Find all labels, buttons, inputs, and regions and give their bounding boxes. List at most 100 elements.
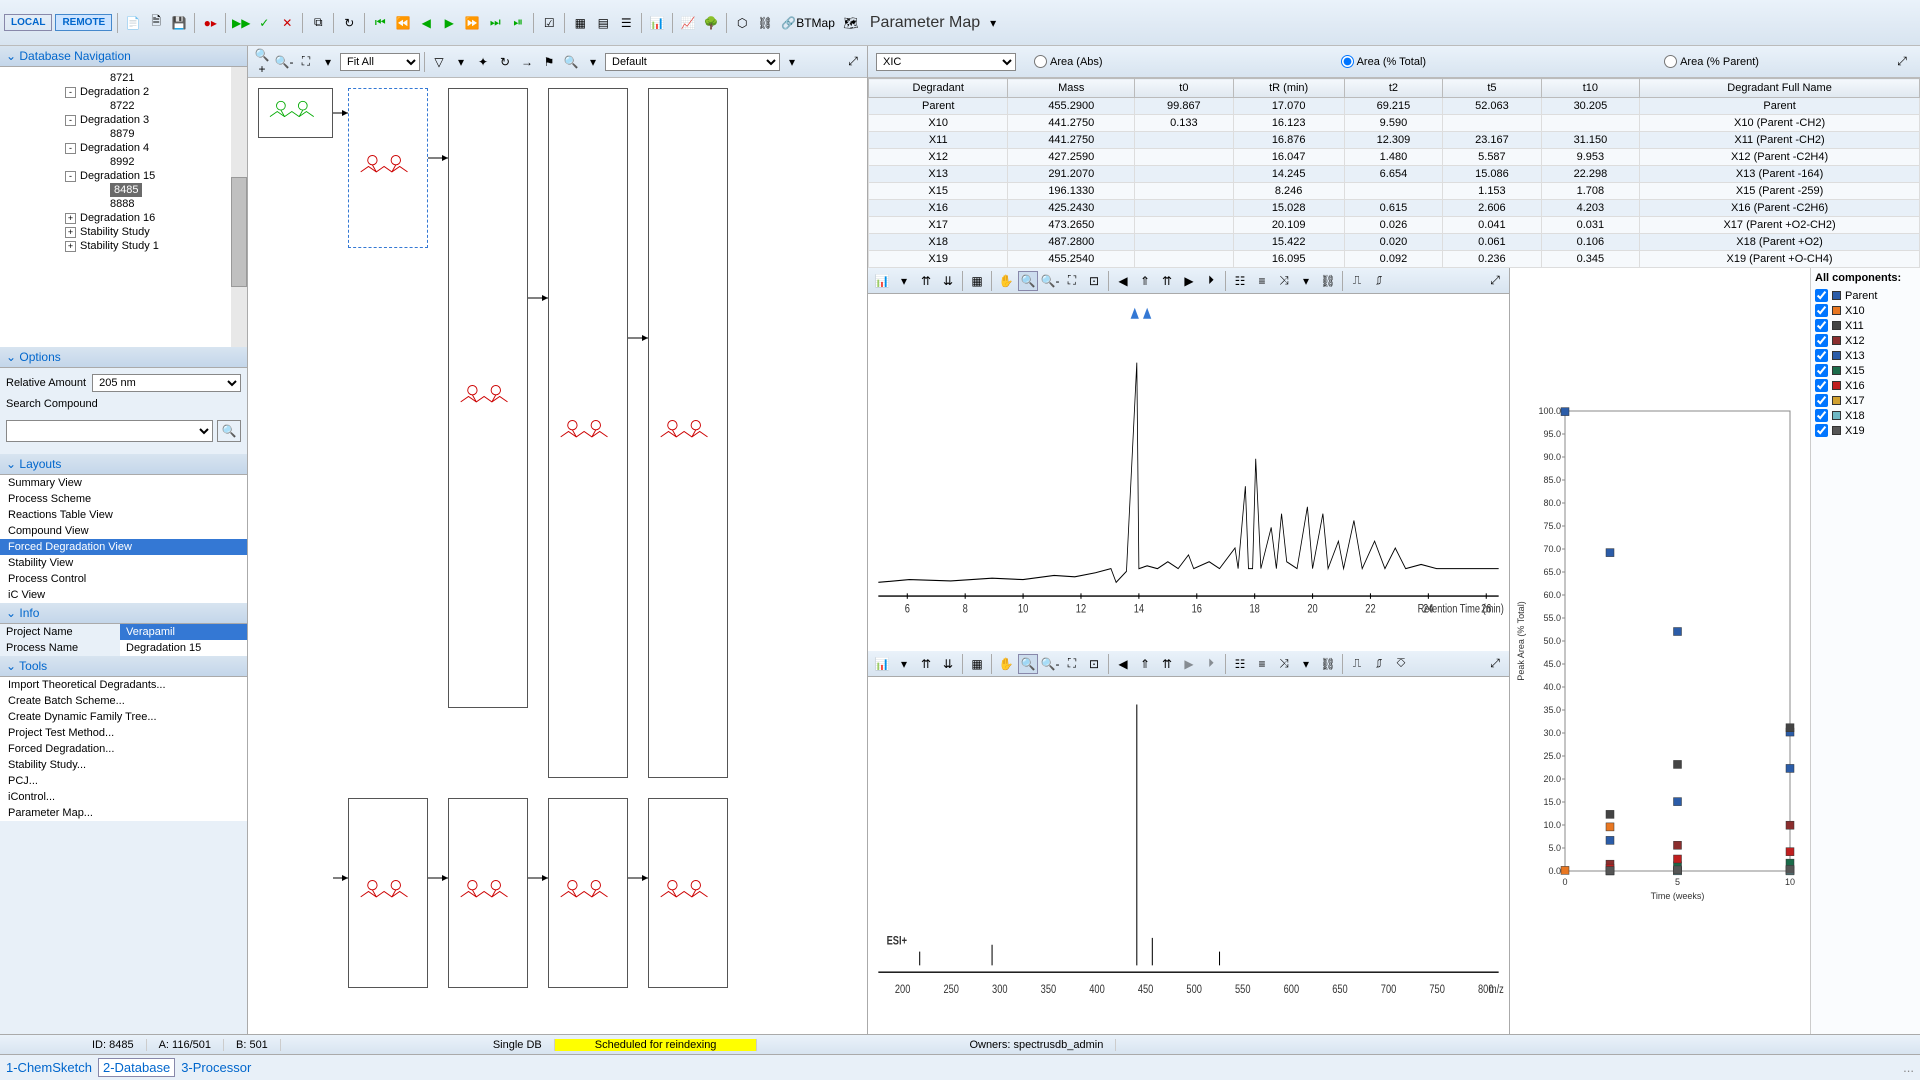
chrom-zoom-icon[interactable]: 🔍 <box>1018 271 1038 291</box>
last-icon[interactable]: ⏭ <box>485 13 505 33</box>
chrom-offset-menu-icon[interactable]: ▾ <box>1296 271 1316 291</box>
chrom-extract2-icon[interactable]: ⎎ <box>1369 271 1389 291</box>
table-header[interactable]: Degradant <box>869 79 1008 98</box>
fit-dropdown[interactable]: Fit All <box>340 53 420 71</box>
btmap-button[interactable]: 🔗BTMap <box>778 13 838 33</box>
scheme-canvas[interactable] <box>248 78 867 1034</box>
spec-offset-menu-icon[interactable]: ▾ <box>1296 654 1316 674</box>
chrom-link-icon[interactable]: ⛓ <box>1318 271 1338 291</box>
legend-item[interactable]: X15 <box>1815 363 1916 378</box>
tree-item[interactable]: 8992 <box>0 155 247 169</box>
tree-item[interactable]: -Degradation 4 <box>0 141 247 155</box>
tool-item[interactable]: Project Test Method... <box>0 725 247 741</box>
fforward-icon[interactable]: ⏩ <box>462 13 482 33</box>
spec-zoomfit-icon[interactable]: ⛶ <box>1062 654 1082 674</box>
table-row[interactable]: X19455.254016.0950.0920.2360.345X19 (Par… <box>869 251 1920 268</box>
expand-icon[interactable]: ⤢ <box>843 52 863 72</box>
table-row[interactable]: X13291.207014.2456.65415.08622.298X13 (P… <box>869 166 1920 183</box>
zoom-out-icon[interactable]: 🔍- <box>274 52 294 72</box>
local-button[interactable]: LOCAL <box>4 14 52 31</box>
table-row[interactable]: X10441.27500.13316.1239.590X10 (Parent -… <box>869 115 1920 132</box>
tool-item[interactable]: Forced Degradation... <box>0 741 247 757</box>
zoom-tool-menu-icon[interactable]: ▾ <box>583 52 603 72</box>
tool-item[interactable]: Import Theoretical Degradants... <box>0 677 247 693</box>
tree-scrollbar[interactable] <box>231 67 247 347</box>
spec-peak2-icon[interactable]: ⇊ <box>938 654 958 674</box>
tree-item[interactable]: -Degradation 2 <box>0 85 247 99</box>
zoom-fit-icon[interactable]: ⛶ <box>296 52 316 72</box>
chrom-tool1-menu-icon[interactable]: ▾ <box>894 271 914 291</box>
table-row[interactable]: X15196.13308.2461.1531.708X15 (Parent -2… <box>869 183 1920 200</box>
chrom-extract-icon[interactable]: ⎍ <box>1347 271 1367 291</box>
remote-button[interactable]: REMOTE <box>55 14 112 31</box>
chrom-markers-icon[interactable]: ⇈ <box>1157 271 1177 291</box>
molecule-box[interactable] <box>548 798 628 988</box>
chrom-stack-icon[interactable]: ≡ <box>1252 271 1272 291</box>
layout-item[interactable]: Compound View <box>0 523 247 539</box>
tree-item[interactable]: +Stability Study <box>0 225 247 239</box>
zoom-in-icon[interactable]: 🔍+ <box>252 52 272 72</box>
spec-extract2-icon[interactable]: ⎎ <box>1369 654 1389 674</box>
rewind-icon[interactable]: ⏪ <box>393 13 413 33</box>
skip-icon[interactable]: ⏯ <box>508 13 528 33</box>
report-icon[interactable]: 📊 <box>647 13 667 33</box>
spec-prev-icon[interactable]: ◀ <box>1113 654 1133 674</box>
chrom-expand-icon[interactable]: ⤢ <box>1485 271 1505 291</box>
tree-item[interactable]: 8485 <box>0 183 247 197</box>
grid-icon[interactable]: ▤ <box>593 13 613 33</box>
trend-chart[interactable]: 0.05.010.015.020.025.030.035.040.045.050… <box>1510 268 1810 1034</box>
database-tree[interactable]: 8721-Degradation 28722-Degradation 38879… <box>0 67 247 347</box>
spec-overlay-icon[interactable]: ☷ <box>1230 654 1250 674</box>
table-header[interactable]: t5 <box>1443 79 1541 98</box>
zoom-tool-icon[interactable]: 🔍 <box>561 52 581 72</box>
layout-item[interactable]: Stability View <box>0 555 247 571</box>
table-header[interactable]: t2 <box>1344 79 1442 98</box>
layouts-header[interactable]: Layouts <box>0 454 247 475</box>
spec-marker-icon[interactable]: ⇑ <box>1135 654 1155 674</box>
layout-item[interactable]: Process Control <box>0 571 247 587</box>
arrow-icon[interactable]: → <box>517 52 537 72</box>
molecule-box[interactable] <box>258 88 333 138</box>
legend-item[interactable]: X17 <box>1815 393 1916 408</box>
tab-chemsketch[interactable]: 1-ChemSketch <box>6 1060 92 1075</box>
relative-amount-dropdown[interactable]: 205 nm <box>92 374 241 392</box>
chrom-peak-icon[interactable]: ⇈ <box>916 271 936 291</box>
legend-item[interactable]: X16 <box>1815 378 1916 393</box>
tree-item[interactable]: 8879 <box>0 127 247 141</box>
tree-item[interactable]: +Degradation 16 <box>0 211 247 225</box>
chrom-last-icon[interactable]: ⏵ <box>1201 271 1221 291</box>
chrom-overlay-icon[interactable]: ☷ <box>1230 271 1250 291</box>
table-row[interactable]: Parent455.290099.86717.07069.21552.06330… <box>869 98 1920 115</box>
tab-database[interactable]: 2-Database <box>98 1058 175 1077</box>
search-icon[interactable]: 🔍 <box>217 420 241 442</box>
legend-item[interactable]: X12 <box>1815 333 1916 348</box>
table-row[interactable]: X11441.275016.87612.30923.16731.150X11 (… <box>869 132 1920 149</box>
spec-expand-icon[interactable]: ⤢ <box>1485 654 1505 674</box>
molecule-box[interactable] <box>648 88 728 778</box>
layout-item[interactable]: Summary View <box>0 475 247 491</box>
table-header[interactable]: t0 <box>1135 79 1233 98</box>
doc-icon[interactable]: 🗎 <box>146 13 166 33</box>
chrom-tool1-icon[interactable]: 📊 <box>872 271 892 291</box>
first-icon[interactable]: ⏮ <box>370 13 390 33</box>
tree-item[interactable]: +Stability Study 1 <box>0 239 247 253</box>
spec-peak-icon[interactable]: ⇈ <box>916 654 936 674</box>
chrom-prev-icon[interactable]: ◀ <box>1113 271 1133 291</box>
spec-markers-icon[interactable]: ⇈ <box>1157 654 1177 674</box>
legend-item[interactable]: X13 <box>1815 348 1916 363</box>
legend-item[interactable]: X11 <box>1815 318 1916 333</box>
tool-item[interactable]: Stability Study... <box>0 757 247 773</box>
legend-item[interactable]: X10 <box>1815 303 1916 318</box>
param-dropdown-icon[interactable]: ▾ <box>983 13 1003 33</box>
map-icon[interactable]: 🗺 <box>841 13 861 33</box>
structure-icon[interactable]: ⬡ <box>732 13 752 33</box>
table-row[interactable]: X18487.280015.4220.0200.0610.106X18 (Par… <box>869 234 1920 251</box>
table-header[interactable]: tR (min) <box>1233 79 1344 98</box>
table-icon[interactable]: ▦ <box>570 13 590 33</box>
molecule-box[interactable] <box>448 798 528 988</box>
spec-zoomout-icon[interactable]: 🔍- <box>1040 654 1060 674</box>
legend-item[interactable]: X18 <box>1815 408 1916 423</box>
molecule-box[interactable] <box>348 88 428 248</box>
spec-hand-icon[interactable]: ✋ <box>996 654 1016 674</box>
chrom-zoomout-icon[interactable]: 🔍- <box>1040 271 1060 291</box>
